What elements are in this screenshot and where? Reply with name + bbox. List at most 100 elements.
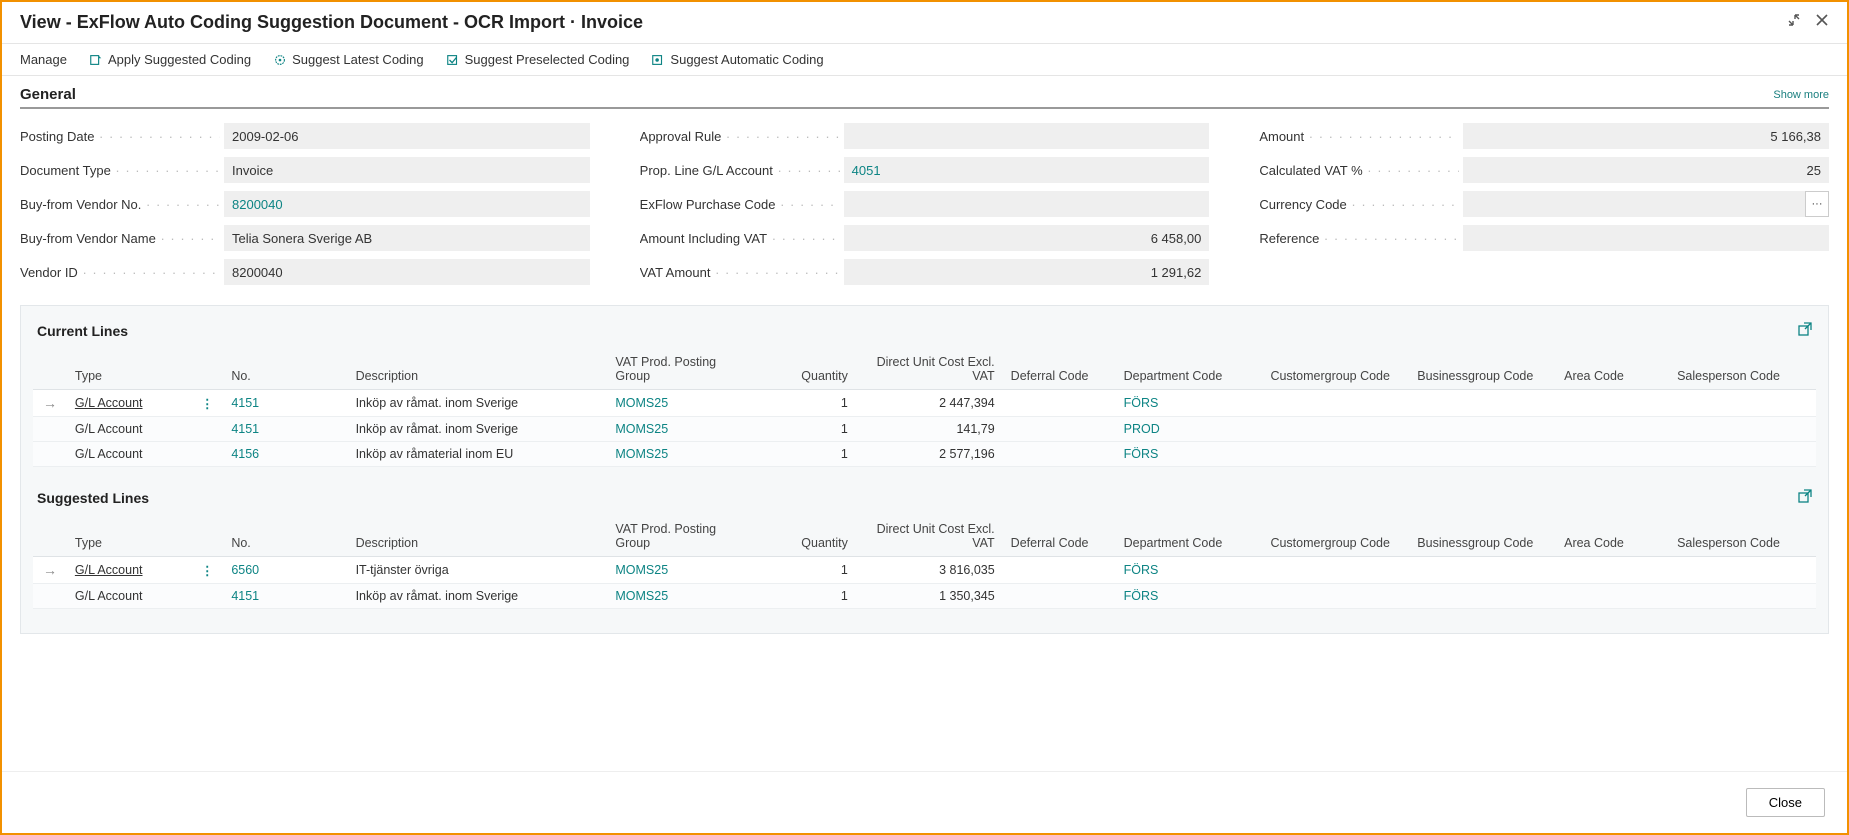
cell-businessgroup[interactable]	[1409, 584, 1556, 609]
row-selector-icon[interactable]	[33, 417, 67, 442]
cell-customergroup[interactable]	[1262, 442, 1409, 467]
cell-salesperson[interactable]	[1669, 417, 1816, 442]
cell-no[interactable]: 4151	[223, 417, 347, 442]
value-prop-line-gl-account[interactable]: 4051	[844, 157, 1210, 183]
close-icon[interactable]	[1815, 13, 1829, 32]
cell-deferral[interactable]	[1003, 557, 1116, 584]
col-no[interactable]: No.	[223, 516, 347, 557]
col-area[interactable]: Area Code	[1556, 516, 1669, 557]
col-quantity[interactable]: Quantity	[754, 349, 856, 390]
suggest-preselected-coding-button[interactable]: Suggest Preselected Coding	[446, 52, 630, 67]
cell-unit-cost[interactable]: 1 350,345	[856, 584, 1003, 609]
cell-businessgroup[interactable]	[1409, 442, 1556, 467]
col-description[interactable]: Description	[348, 349, 608, 390]
cell-deferral[interactable]	[1003, 390, 1116, 417]
col-businessgroup[interactable]: Businessgroup Code	[1409, 349, 1556, 390]
col-customergroup[interactable]: Customergroup Code	[1262, 349, 1409, 390]
cell-no[interactable]: 6560	[223, 557, 347, 584]
col-type[interactable]: Type	[67, 349, 191, 390]
col-customergroup[interactable]: Customergroup Code	[1262, 516, 1409, 557]
value-amount[interactable]: 5 166,38	[1463, 123, 1829, 149]
cell-type[interactable]: G/L Account	[67, 442, 191, 467]
value-amount-including-vat[interactable]: 6 458,00	[844, 225, 1210, 251]
suggest-latest-coding-button[interactable]: Suggest Latest Coding	[273, 52, 424, 67]
cell-description[interactable]: IT-tjänster övriga	[348, 557, 608, 584]
value-posting-date[interactable]: 2009-02-06	[224, 123, 590, 149]
cell-area[interactable]	[1556, 584, 1669, 609]
row-selector-icon[interactable]: →	[33, 390, 67, 417]
cell-salesperson[interactable]	[1669, 390, 1816, 417]
cell-description[interactable]: Inköp av råmat. inom Sverige	[348, 417, 608, 442]
current-lines-popout-icon[interactable]	[1798, 322, 1812, 339]
value-buy-from-vendor-no[interactable]: 8200040	[224, 191, 590, 217]
col-type[interactable]: Type	[67, 516, 191, 557]
col-vat-group[interactable]: VAT Prod. Posting Group	[607, 516, 754, 557]
cell-deferral[interactable]	[1003, 417, 1116, 442]
row-menu-button[interactable]: ⋮	[191, 557, 223, 584]
value-buy-from-vendor-name[interactable]: Telia Sonera Sverige AB	[224, 225, 590, 251]
cell-description[interactable]: Inköp av råmat. inom Sverige	[348, 584, 608, 609]
cell-quantity[interactable]: 1	[754, 442, 856, 467]
table-row[interactable]: G/L Account 4156Inköp av råmaterial inom …	[33, 442, 1816, 467]
cell-vat-group[interactable]: MOMS25	[607, 584, 754, 609]
cell-businessgroup[interactable]	[1409, 390, 1556, 417]
col-department[interactable]: Department Code	[1116, 349, 1263, 390]
cell-department[interactable]: PROD	[1116, 417, 1263, 442]
cell-no[interactable]: 4156	[223, 442, 347, 467]
cell-no[interactable]: 4151	[223, 584, 347, 609]
value-exflow-purchase-code[interactable]	[844, 191, 1210, 217]
table-row[interactable]: G/L Account4151Inköp av råmat. inom Sver…	[33, 584, 1816, 609]
col-vat-group[interactable]: VAT Prod. Posting Group	[607, 349, 754, 390]
value-vendor-id[interactable]: 8200040	[224, 259, 590, 285]
table-row[interactable]: G/L Account 4151Inköp av råmat. inom Sver…	[33, 417, 1816, 442]
cell-unit-cost[interactable]: 2 447,394	[856, 390, 1003, 417]
manage-menu[interactable]: Manage	[20, 52, 67, 67]
cell-unit-cost[interactable]: 2 577,196	[856, 442, 1003, 467]
col-deferral[interactable]: Deferral Code	[1003, 349, 1116, 390]
value-calculated-vat-pct[interactable]: 25	[1463, 157, 1829, 183]
suggest-automatic-coding-button[interactable]: Suggest Automatic Coding	[651, 52, 823, 67]
cell-customergroup[interactable]	[1262, 557, 1409, 584]
cell-area[interactable]	[1556, 557, 1669, 584]
value-currency-code[interactable]: ···	[1463, 191, 1829, 217]
cell-vat-group[interactable]: MOMS25	[607, 557, 754, 584]
cell-type[interactable]: G/L Account	[67, 417, 191, 442]
col-no[interactable]: No.	[223, 349, 347, 390]
value-approval-rule[interactable]	[844, 123, 1210, 149]
cell-customergroup[interactable]	[1262, 584, 1409, 609]
col-quantity[interactable]: Quantity	[754, 516, 856, 557]
cell-salesperson[interactable]	[1669, 442, 1816, 467]
cell-quantity[interactable]: 1	[754, 390, 856, 417]
cell-area[interactable]	[1556, 390, 1669, 417]
table-row[interactable]: →G/L Account⋮4151Inköp av råmat. inom Sv…	[33, 390, 1816, 417]
value-reference[interactable]	[1463, 225, 1829, 251]
col-salesperson[interactable]: Salesperson Code	[1669, 349, 1816, 390]
apply-suggested-coding-button[interactable]: Apply Suggested Coding	[89, 52, 251, 67]
cell-unit-cost[interactable]: 3 816,035	[856, 557, 1003, 584]
cell-area[interactable]	[1556, 442, 1669, 467]
row-selector-icon[interactable]	[33, 584, 67, 609]
close-button[interactable]: Close	[1746, 788, 1825, 817]
cell-vat-group[interactable]: MOMS25	[607, 390, 754, 417]
collapse-icon[interactable]	[1787, 13, 1801, 32]
cell-customergroup[interactable]	[1262, 390, 1409, 417]
cell-vat-group[interactable]: MOMS25	[607, 417, 754, 442]
currency-code-lookup-button[interactable]: ···	[1805, 191, 1829, 217]
row-menu-button[interactable]: ⋮	[191, 390, 223, 417]
col-unit-cost[interactable]: Direct Unit Cost Excl. VAT	[856, 516, 1003, 557]
cell-description[interactable]: Inköp av råmat. inom Sverige	[348, 390, 608, 417]
cell-vat-group[interactable]: MOMS25	[607, 442, 754, 467]
cell-customergroup[interactable]	[1262, 417, 1409, 442]
cell-quantity[interactable]: 1	[754, 557, 856, 584]
col-area[interactable]: Area Code	[1556, 349, 1669, 390]
cell-department[interactable]: FÖRS	[1116, 442, 1263, 467]
cell-type[interactable]: G/L Account	[67, 390, 191, 417]
cell-quantity[interactable]: 1	[754, 417, 856, 442]
cell-description[interactable]: Inköp av råmaterial inom EU	[348, 442, 608, 467]
cell-salesperson[interactable]	[1669, 557, 1816, 584]
cell-type[interactable]: G/L Account	[67, 557, 191, 584]
show-more-link[interactable]: Show more	[1773, 89, 1829, 101]
table-row[interactable]: →G/L Account⋮6560IT-tjänster övrigaMOMS2…	[33, 557, 1816, 584]
cell-unit-cost[interactable]: 141,79	[856, 417, 1003, 442]
col-description[interactable]: Description	[348, 516, 608, 557]
